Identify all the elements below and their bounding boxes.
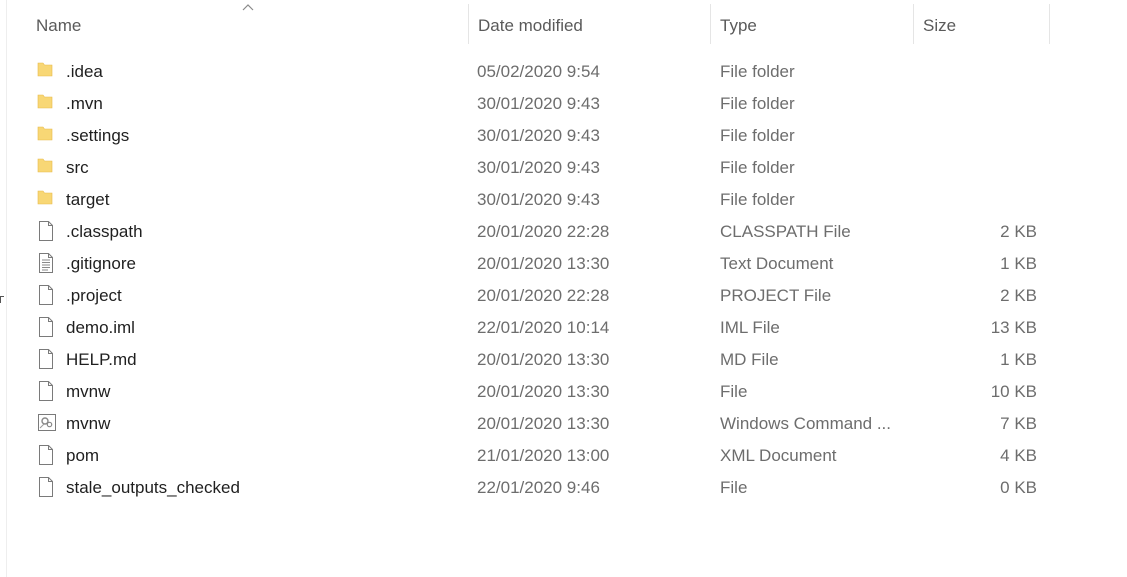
file-date-modified: 30/01/2020 9:43 <box>477 126 600 145</box>
file-type: MD File <box>720 350 779 369</box>
column-header-date-label: Date modified <box>478 16 583 35</box>
file-type: File folder <box>720 158 795 177</box>
file-row[interactable]: .gitignore 20/01/2020 13:30 Text Document 1… <box>7 248 1050 280</box>
file-name: .project <box>66 286 122 305</box>
column-divider[interactable] <box>913 4 914 44</box>
file-name: pom <box>66 446 100 465</box>
file-date-modified: 20/01/2020 22:28 <box>477 286 610 305</box>
file-type: File folder <box>720 94 795 113</box>
file-type: File folder <box>720 62 795 81</box>
file-type: File <box>720 478 748 497</box>
folder-icon <box>37 56 57 88</box>
file-date-modified: 30/01/2020 9:43 <box>477 190 600 209</box>
file-icon <box>37 472 57 504</box>
file-row[interactable]: pom 21/01/2020 13:00 XML Document 4 KB <box>7 440 1050 472</box>
sort-ascending-icon <box>241 0 255 14</box>
file-row[interactable]: .classpath 20/01/2020 22:28 CLASSPATH File… <box>7 216 1050 248</box>
file-date-modified: 21/01/2020 13:00 <box>477 446 610 465</box>
file-size: 0 KB <box>1000 478 1037 497</box>
file-icon <box>37 376 57 408</box>
folder-icon <box>37 184 57 216</box>
file-icon <box>37 312 57 344</box>
file-icon <box>37 280 57 312</box>
file-date-modified: 22/01/2020 9:46 <box>477 478 600 497</box>
file-name: stale_outputs_checked <box>66 478 240 497</box>
folder-icon <box>37 120 57 152</box>
file-name: .mvn <box>66 94 103 113</box>
column-header-bar: Name Date modified Type Size <box>7 0 1050 46</box>
file-date-modified: 22/01/2020 10:14 <box>477 318 610 337</box>
column-header-size-label: Size <box>923 16 957 35</box>
file-type: XML Document <box>720 446 837 465</box>
file-date-modified: 05/02/2020 9:54 <box>477 62 600 81</box>
file-row[interactable]: .mvn 30/01/2020 9:43 File folder <box>7 88 1050 120</box>
file-type: File folder <box>720 126 795 145</box>
column-header-type-label: Type <box>720 16 757 35</box>
file-date-modified: 20/01/2020 13:30 <box>477 382 610 401</box>
file-name: mvnw <box>66 414 111 433</box>
file-type: Text Document <box>720 254 834 273</box>
file-list-pane: Name Date modified Type Size .idea 05/02/… <box>6 0 1127 577</box>
file-row[interactable]: HELP.md 20/01/2020 13:30 MD File 1 KB <box>7 344 1050 376</box>
folder-icon <box>37 88 57 120</box>
file-type: IML File <box>720 318 780 337</box>
column-divider[interactable] <box>1049 4 1050 44</box>
file-row[interactable]: src 30/01/2020 9:43 File folder <box>7 152 1050 184</box>
file-size: 4 KB <box>1000 446 1037 465</box>
file-date-modified: 20/01/2020 13:30 <box>477 414 610 433</box>
file-size: 13 KB <box>990 318 1037 337</box>
file-icon <box>37 344 57 376</box>
column-divider[interactable] <box>710 4 711 44</box>
file-icon <box>37 440 57 472</box>
file-rows: .idea 05/02/2020 9:54 File folder .mvn 30/01… <box>7 56 1050 504</box>
file-type: Windows Command ... <box>720 414 891 433</box>
file-size: 2 KB <box>1000 286 1037 305</box>
file-row[interactable]: .idea 05/02/2020 9:54 File folder <box>7 56 1050 88</box>
file-row[interactable]: demo.iml 22/01/2020 10:14 IML File 13 KB <box>7 312 1050 344</box>
file-name: .settings <box>66 126 130 145</box>
file-size: 10 KB <box>990 382 1037 401</box>
file-name: .idea <box>66 62 103 81</box>
file-row[interactable]: stale_outputs_checked 22/01/2020 9:46 File… <box>7 472 1050 504</box>
folder-icon <box>37 152 57 184</box>
file-name: src <box>66 158 89 177</box>
file-row[interactable]: .project 20/01/2020 22:28 PROJECT File 2 KB <box>7 280 1050 312</box>
file-size: 1 KB <box>1000 254 1037 273</box>
file-size: 2 KB <box>1000 222 1037 241</box>
file-row[interactable]: mvnw 20/01/2020 13:30 File 10 KB <box>7 376 1050 408</box>
file-date-modified: 30/01/2020 9:43 <box>477 158 600 177</box>
file-icon <box>37 216 57 248</box>
file-date-modified: 20/01/2020 13:30 <box>477 350 610 369</box>
edge-handle <box>0 296 4 303</box>
file-name: target <box>66 190 110 209</box>
file-size: 1 KB <box>1000 350 1037 369</box>
column-divider[interactable] <box>468 4 469 44</box>
command-file-icon <box>37 408 57 440</box>
text-file-icon <box>37 248 57 280</box>
column-header-size[interactable]: Size <box>923 0 1049 46</box>
file-name: mvnw <box>66 382 111 401</box>
file-row[interactable]: target 30/01/2020 9:43 File folder <box>7 184 1050 216</box>
column-header-name-label: Name <box>36 16 82 35</box>
file-row[interactable]: mvnw 20/01/2020 13:30 Windows Command ... 7… <box>7 408 1050 440</box>
column-header-date[interactable]: Date modified <box>478 0 710 46</box>
file-type: PROJECT File <box>720 286 832 305</box>
file-date-modified: 20/01/2020 13:30 <box>477 254 610 273</box>
file-name: HELP.md <box>66 350 137 369</box>
file-name: .gitignore <box>66 254 136 273</box>
file-type: CLASSPATH File <box>720 222 851 241</box>
file-date-modified: 30/01/2020 9:43 <box>477 94 600 113</box>
file-type: File folder <box>720 190 795 209</box>
file-name: demo.iml <box>66 318 135 337</box>
file-type: File <box>720 382 748 401</box>
file-size: 7 KB <box>1000 414 1037 433</box>
file-name: .classpath <box>66 222 143 241</box>
file-date-modified: 20/01/2020 22:28 <box>477 222 610 241</box>
column-header-type[interactable]: Type <box>720 0 913 46</box>
file-row[interactable]: .settings 30/01/2020 9:43 File folder <box>7 120 1050 152</box>
